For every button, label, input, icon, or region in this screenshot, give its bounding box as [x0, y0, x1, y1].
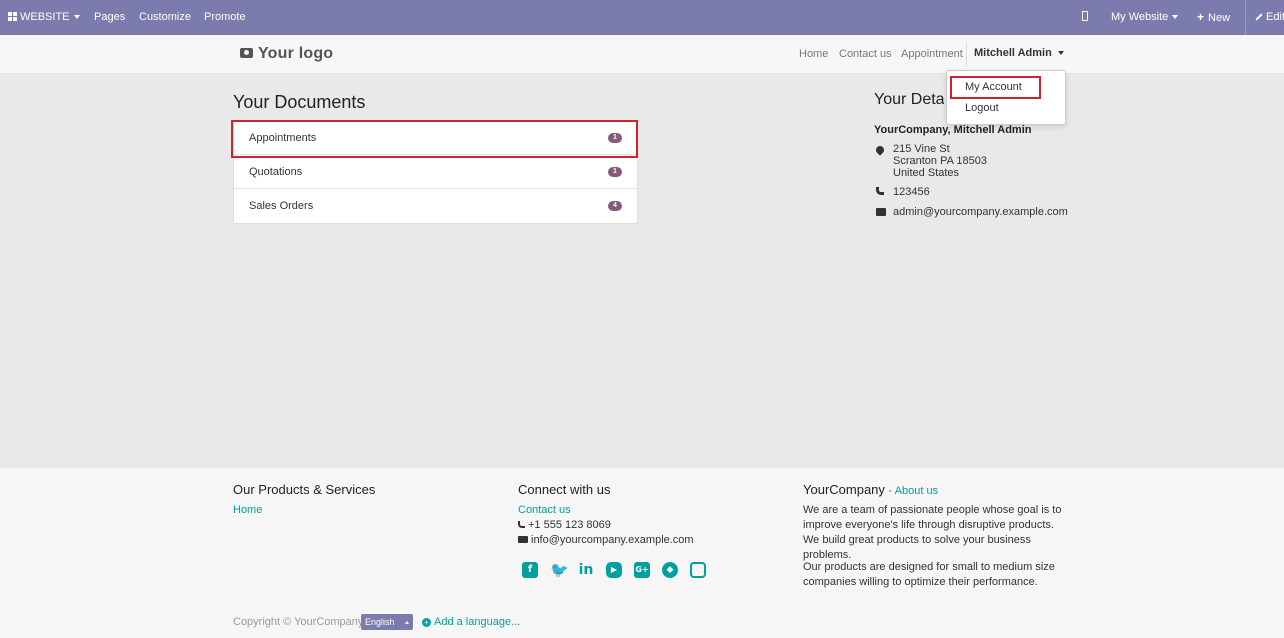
camera-icon	[240, 48, 253, 58]
mobile-preview-button[interactable]	[1082, 0, 1088, 35]
count-badge: 4	[608, 201, 622, 211]
customize-menu[interactable]: Customize	[139, 0, 191, 35]
details-heading: Your Details	[874, 91, 944, 108]
footer-connect-heading: Connect with us	[518, 482, 611, 497]
footer-about-paragraph-2: Our products are designed for small to m…	[803, 561, 1055, 588]
map-marker-icon	[874, 144, 886, 156]
chevron-up-icon	[405, 621, 409, 624]
logo-text: Your logo	[258, 45, 334, 62]
chevron-down-icon	[73, 15, 80, 20]
phone-icon	[876, 187, 884, 195]
nav-link-contact-us[interactable]: Contact us	[839, 48, 892, 60]
instagram-icon[interactable]	[690, 562, 706, 578]
footer-company-name: YourCompany	[803, 482, 885, 497]
website-header: Your logo Home Contact us Appointment Mi…	[0, 35, 1284, 74]
footer-email: info@yourcompany.example.com	[518, 534, 694, 546]
edit-label: Edit	[1266, 11, 1284, 23]
phone-icon	[518, 521, 525, 528]
pages-menu[interactable]: Pages	[94, 0, 125, 35]
website-admin-bar: WEBSITE Pages Customize Promote My Websi…	[0, 0, 1284, 35]
plus-icon: +	[1197, 10, 1205, 24]
footer-company-heading: YourCompany - About us	[803, 482, 938, 497]
envelope-icon	[518, 536, 528, 543]
mobile-icon	[1082, 11, 1088, 21]
documents-row-quotations[interactable]: Quotations 1	[234, 155, 637, 189]
footer-contact-link[interactable]: Contact us	[518, 504, 571, 516]
my-website-menu[interactable]: My Website	[1111, 0, 1179, 35]
edit-button[interactable]: Edit	[1255, 0, 1284, 35]
footer-phone: +1 555 123 8069	[518, 519, 611, 531]
plus-circle-icon: +	[422, 618, 431, 627]
adminbar-divider	[1245, 0, 1246, 35]
twitter-icon[interactable]: 🐦	[550, 562, 569, 578]
promote-menu[interactable]: Promote	[204, 0, 246, 35]
appointments-highlight	[231, 120, 638, 158]
add-language-label: Add a language...	[434, 616, 521, 628]
website-menu-button[interactable]: WEBSITE	[8, 0, 80, 35]
add-language-link[interactable]: + Add a language...	[422, 616, 520, 628]
youtube-icon[interactable]: ▶	[606, 562, 622, 578]
details-phone: 123456	[893, 186, 930, 198]
details-company-name: YourCompany, Mitchell Admin	[874, 124, 1032, 136]
facebook-icon[interactable]: f	[522, 562, 538, 578]
user-name: Mitchell Admin	[974, 47, 1052, 59]
footer-products-heading: Our Products & Services	[233, 482, 376, 497]
user-menu-toggle[interactable]: Mitchell Admin	[974, 47, 1064, 59]
language-selector[interactable]: English	[361, 614, 413, 630]
nav-link-home[interactable]: Home	[799, 48, 828, 60]
new-label: New	[1208, 12, 1231, 24]
linkedin-icon[interactable]: in	[578, 562, 594, 578]
address-line-1: 215 Vine St	[893, 143, 950, 155]
apps-grid-icon	[8, 12, 18, 21]
github-icon[interactable]: ◆	[662, 562, 678, 578]
language-label: English	[365, 617, 395, 627]
envelope-icon	[876, 208, 886, 216]
count-badge: 1	[608, 167, 622, 177]
dropdown-item-logout[interactable]: Logout	[965, 102, 999, 114]
footer-about-paragraph-1: We are a team of passionate people whose…	[803, 504, 1062, 561]
footer-email-text: info@yourcompany.example.com	[531, 534, 694, 546]
site-footer	[0, 468, 1284, 638]
documents-row-sales-orders[interactable]: Sales Orders 4	[234, 189, 637, 223]
my-website-label: My Website	[1111, 11, 1169, 23]
google-plus-icon[interactable]: G+	[634, 562, 650, 578]
website-menu-label: WEBSITE	[20, 11, 70, 23]
nav-divider	[966, 43, 967, 67]
list-item-label: Sales Orders	[249, 200, 314, 212]
new-content-button[interactable]: + New	[1197, 0, 1230, 35]
nav-link-appointment[interactable]: Appointment	[901, 48, 963, 60]
copyright-text: Copyright © YourCompany	[233, 616, 364, 628]
chevron-down-icon	[1172, 15, 1179, 20]
site-logo[interactable]: Your logo	[240, 45, 333, 63]
chevron-down-icon	[1057, 51, 1064, 56]
footer-phone-text: +1 555 123 8069	[528, 519, 611, 531]
list-item-label: Quotations	[249, 166, 303, 178]
details-email: admin@yourcompany.example.com	[893, 206, 1068, 218]
address-line-3: United States	[893, 167, 960, 179]
pencil-icon	[1255, 13, 1263, 21]
footer-home-link[interactable]: Home	[233, 504, 262, 516]
address-line-2: Scranton PA 18503	[893, 155, 987, 167]
footer-about-link[interactable]: - About us	[889, 485, 939, 497]
documents-heading: Your Documents	[233, 92, 366, 112]
my-account-highlight	[950, 76, 1041, 99]
